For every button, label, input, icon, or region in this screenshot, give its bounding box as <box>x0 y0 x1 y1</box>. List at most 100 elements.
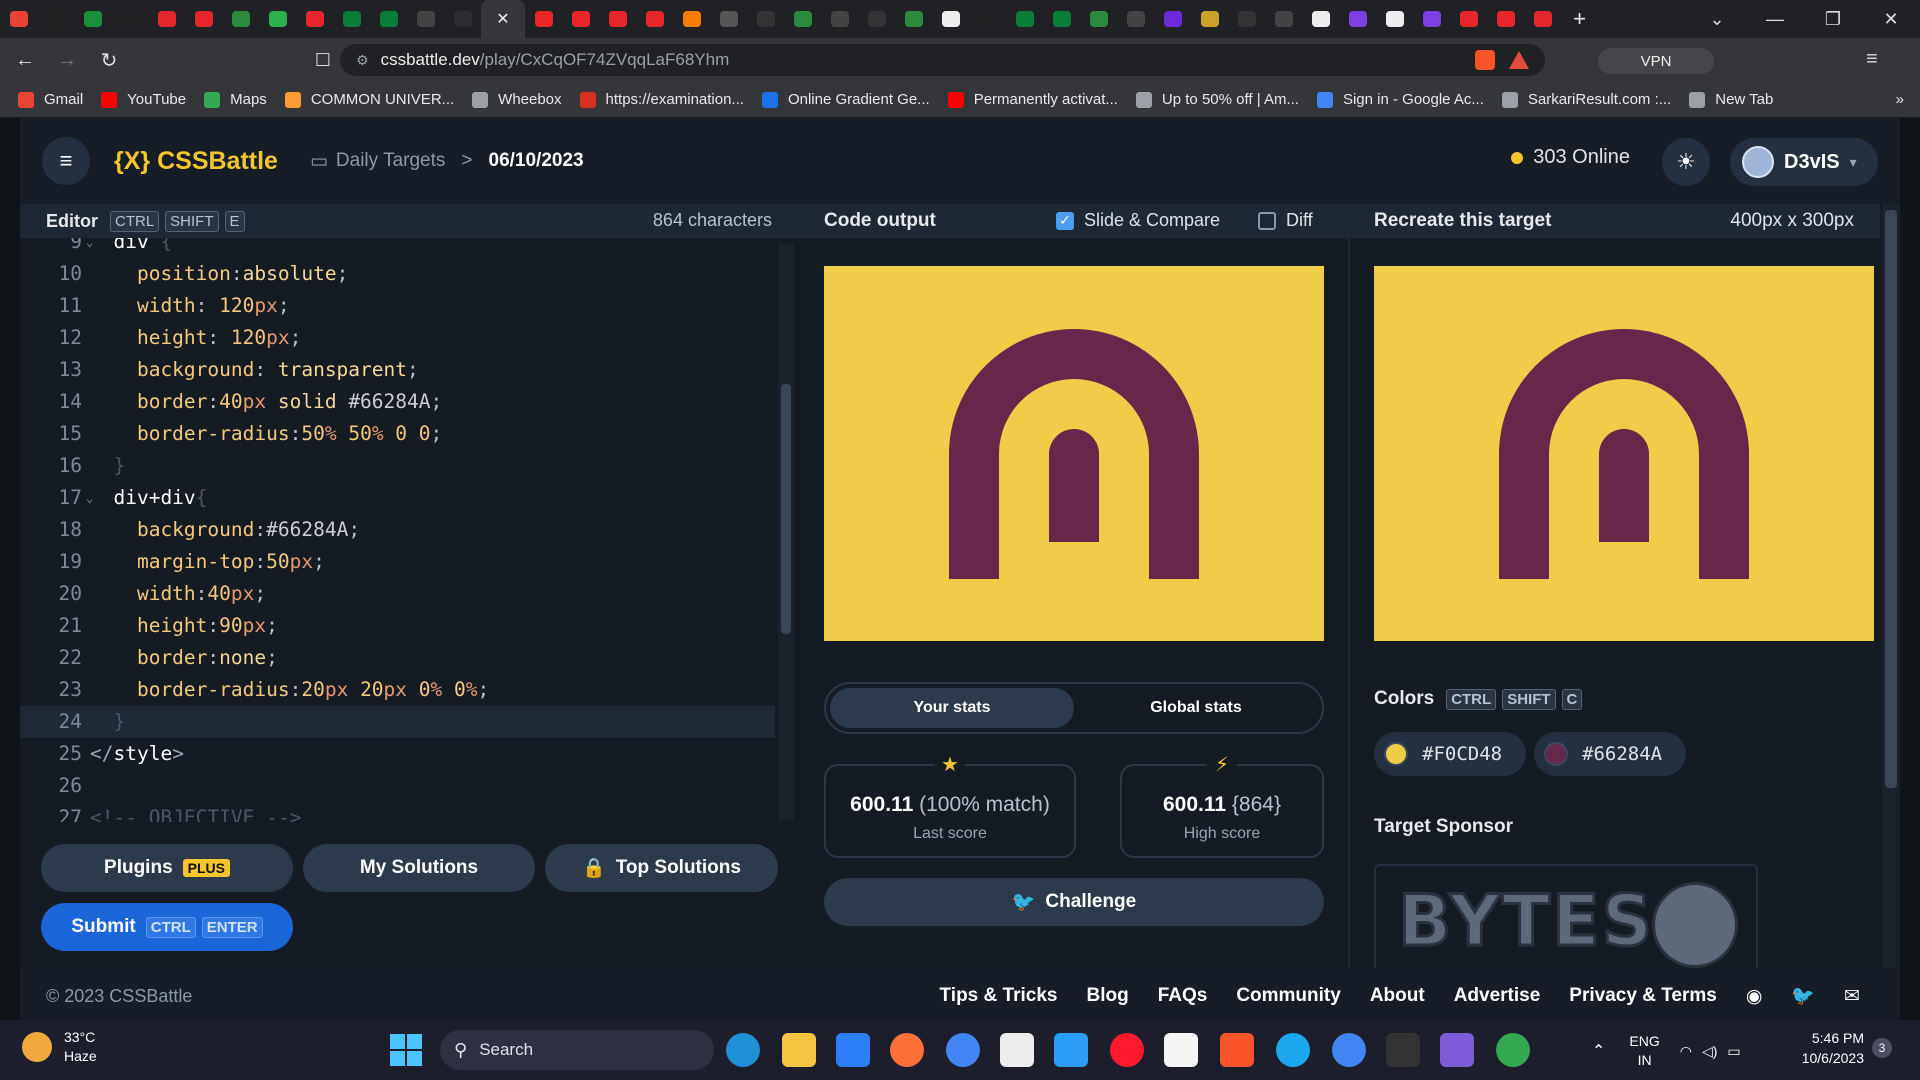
browser-tab[interactable] <box>1043 0 1080 38</box>
browser-tab[interactable] <box>37 0 74 38</box>
slide-compare-toggle[interactable]: ✓ Slide & Compare <box>1056 210 1220 231</box>
reload-icon[interactable]: ↻ <box>92 43 126 77</box>
scrollbar-thumb[interactable] <box>781 384 791 634</box>
footer-link-faqs[interactable]: FAQs <box>1158 985 1208 1007</box>
browser-tab[interactable] <box>673 0 710 38</box>
browser-tab[interactable] <box>821 0 858 38</box>
browser-tab[interactable] <box>407 0 444 38</box>
wifi-icon[interactable]: ◠ <box>1680 1043 1692 1060</box>
browser-tab[interactable] <box>969 0 1006 38</box>
color-swatch-yellow[interactable]: #F0CD48 <box>1374 732 1526 776</box>
browser-tab[interactable] <box>932 0 969 38</box>
browser-tab[interactable] <box>259 0 296 38</box>
browser-tab[interactable] <box>895 0 932 38</box>
browser-tab[interactable] <box>148 0 185 38</box>
browser-tab[interactable] <box>1413 0 1450 38</box>
hamburger-menu-button[interactable]: ≡ <box>42 137 90 185</box>
chrome-profile-2-icon[interactable] <box>1496 1033 1530 1067</box>
brave-icon[interactable] <box>1220 1033 1254 1067</box>
scrollbar-thumb[interactable] <box>1885 210 1897 788</box>
bookmark-item[interactable]: Sign in - Google Ac... <box>1316 91 1484 108</box>
browser-tab[interactable] <box>1006 0 1043 38</box>
browser-tab[interactable] <box>858 0 895 38</box>
footer-link-community[interactable]: Community <box>1236 985 1341 1007</box>
logo[interactable]: {X} CSSBattle <box>114 147 278 176</box>
browser-tab[interactable] <box>784 0 821 38</box>
bookmark-item[interactable]: New Tab <box>1689 91 1773 108</box>
volume-icon[interactable]: ◁) <box>1702 1043 1717 1060</box>
forward-icon[interactable]: → <box>50 43 84 77</box>
windows-start-icon[interactable] <box>390 1034 422 1066</box>
browser-tab[interactable] <box>599 0 636 38</box>
vpn-button[interactable]: VPN <box>1598 48 1714 74</box>
firefox-icon[interactable] <box>890 1033 924 1067</box>
file-explorer-icon[interactable] <box>782 1033 816 1067</box>
address-bar[interactable]: ⚙ cssbattle.dev/play/CxCqOF74ZVqqLaF68Yh… <box>340 44 1545 76</box>
bookmark-item[interactable]: COMMON UNIVER... <box>284 91 454 108</box>
browser-tab[interactable] <box>0 0 37 38</box>
tab-your-stats[interactable]: Your stats <box>830 688 1074 728</box>
bookmark-star-icon[interactable]: ☐ <box>306 43 340 77</box>
breadcrumb-daily-targets[interactable]: Daily Targets <box>336 150 445 172</box>
browser-tab[interactable] <box>1339 0 1376 38</box>
notion-icon[interactable] <box>1164 1033 1198 1067</box>
bookmark-item[interactable]: Up to 50% off | Am... <box>1135 91 1299 108</box>
vscode-icon[interactable] <box>1054 1033 1088 1067</box>
obsidian-icon[interactable] <box>1440 1033 1474 1067</box>
taskbar-search[interactable]: ⚲ Search <box>440 1030 714 1070</box>
bookmark-item[interactable]: SarkariResult.com :... <box>1501 91 1671 108</box>
browser-tab[interactable] <box>370 0 407 38</box>
weather-widget[interactable]: 33°C Haze <box>22 1028 97 1066</box>
code-output-canvas[interactable] <box>824 266 1324 641</box>
restore-button[interactable]: ❐ <box>1804 9 1862 30</box>
browser-tab[interactable] <box>636 0 673 38</box>
bookmark-item[interactable]: Gmail <box>18 91 83 108</box>
close-window-button[interactable]: ✕ <box>1862 9 1920 30</box>
browser-tab[interactable] <box>1191 0 1228 38</box>
mail-icon[interactable] <box>836 1033 870 1067</box>
browser-tab[interactable] <box>562 0 599 38</box>
browser-tab[interactable] <box>1265 0 1302 38</box>
footer-link-about[interactable]: About <box>1370 985 1425 1007</box>
store-icon[interactable] <box>1000 1033 1034 1067</box>
browser-tab[interactable] <box>1117 0 1154 38</box>
clock[interactable]: 5:46 PM 10/6/2023 3 <box>1782 1028 1892 1068</box>
sponsor-banner[interactable]: BYTES <box>1374 864 1758 968</box>
browser-tab[interactable] <box>525 0 562 38</box>
plugins-button[interactable]: Plugins PLUS <box>41 844 293 892</box>
chevron-up-icon[interactable]: ⌃ <box>1592 1041 1605 1061</box>
bookmarks-overflow-button[interactable]: » <box>1896 91 1904 108</box>
language-top[interactable]: ENG <box>1629 1032 1659 1051</box>
footer-link-privacy[interactable]: Privacy & Terms <box>1569 985 1717 1007</box>
brave-rewards-icon[interactable] <box>1509 51 1529 69</box>
chrome-profile-icon[interactable] <box>1332 1033 1366 1067</box>
browser-tab[interactable] <box>444 0 481 38</box>
tab-list-icon[interactable]: ⌄ <box>1688 9 1746 30</box>
browser-tab[interactable] <box>222 0 259 38</box>
epic-games-icon[interactable] <box>1386 1033 1420 1067</box>
edge-icon[interactable] <box>726 1033 760 1067</box>
tab-global-stats[interactable]: Global stats <box>1074 688 1318 728</box>
discord-icon[interactable]: ◉ <box>1746 985 1763 1008</box>
footer-link-tips[interactable]: Tips & Tricks <box>940 985 1058 1007</box>
footer-link-blog[interactable]: Blog <box>1086 985 1128 1007</box>
chrome-icon[interactable] <box>946 1033 980 1067</box>
bookmark-item[interactable]: YouTube <box>101 91 186 108</box>
browser-menu-icon[interactable]: ≡ <box>1866 48 1878 71</box>
browser-tab[interactable] <box>1228 0 1265 38</box>
browser-tab[interactable] <box>185 0 222 38</box>
battery-icon[interactable]: ▭ <box>1727 1043 1740 1060</box>
opera-icon[interactable] <box>1110 1033 1144 1067</box>
language-bottom[interactable]: IN <box>1629 1051 1659 1070</box>
browser-tab[interactable] <box>1450 0 1487 38</box>
browser-tab[interactable] <box>1524 0 1561 38</box>
bookmark-item[interactable]: Online Gradient Ge... <box>761 91 930 108</box>
back-icon[interactable]: ← <box>8 43 42 77</box>
user-menu-button[interactable]: D3vIS ▾ <box>1730 138 1878 186</box>
browser-tab[interactable] <box>296 0 333 38</box>
bookmark-item[interactable]: Maps <box>204 91 267 108</box>
slide-compare-checkbox[interactable]: ✓ <box>1056 211 1074 230</box>
browser-tab[interactable] <box>1376 0 1413 38</box>
code-editor[interactable]: 9 ⌄ div {10 position:absolute; 11 width: 1… <box>20 238 800 822</box>
active-tab[interactable]: ✕ <box>481 0 525 38</box>
